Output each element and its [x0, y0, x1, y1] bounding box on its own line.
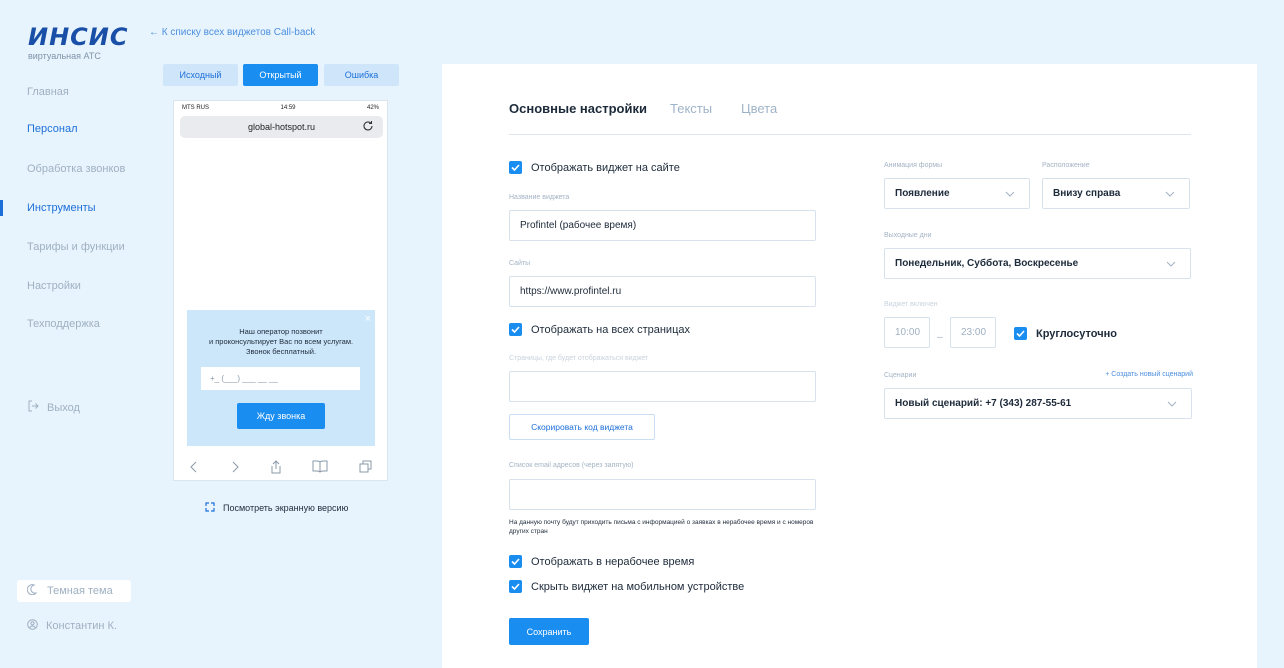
allday-checkbox[interactable]: Круглосуточно [1014, 327, 1117, 340]
sites-input[interactable]: https://www.profintel.ru [509, 276, 816, 307]
animation-select[interactable]: Появление [884, 178, 1030, 209]
check-icon [1014, 327, 1027, 340]
dark-theme-button[interactable]: Темная тема [17, 580, 131, 602]
position-value: Внизу справа [1053, 188, 1121, 199]
scenario-select[interactable]: Новый сценарий: +7 (343) 287-55-61 [884, 388, 1192, 419]
back-chevron-icon [189, 461, 199, 476]
emails-label: Список email адресов (через запятую) [509, 462, 634, 469]
expand-icon [205, 502, 215, 514]
phone-status-bar: MTS RUS 14:59 42% [174, 101, 387, 115]
enabled-label: Виджет включен [884, 301, 938, 308]
tab-colors[interactable]: Цвета [741, 101, 777, 116]
tabs-divider [509, 134, 1191, 135]
offhours-label: Отображать в нерабочее время [531, 555, 695, 568]
pages-input[interactable] [509, 371, 816, 402]
sidebar-item-support[interactable]: Техподдержка [27, 318, 100, 330]
close-icon[interactable]: × [365, 313, 371, 325]
widget-name-input[interactable]: Profintel (рабочее время) [509, 210, 816, 241]
check-icon [509, 323, 522, 336]
logo-wordmark: ИНСИС [28, 23, 129, 51]
state-error-button[interactable]: Ошибка [324, 64, 399, 86]
save-button[interactable]: Сохранить [509, 618, 589, 645]
time-to-input[interactable]: 23:00 [950, 317, 996, 348]
show-widget-checkbox[interactable]: Отображать виджет на сайте [509, 161, 680, 174]
sidebar-item-tariffs[interactable]: Тарифы и функции [27, 241, 125, 253]
hide-mobile-label: Скрыть виджет на мобильном устройстве [531, 580, 745, 593]
phone-url-text: global-hotspot.ru [247, 122, 316, 132]
chevron-down-icon [1005, 189, 1015, 200]
position-label: Расположение [1042, 162, 1090, 169]
nav-active-marker [0, 200, 3, 216]
animation-label: Анимация формы [884, 162, 943, 169]
time-from-input[interactable]: 10:00 [884, 317, 930, 348]
logo-subtitle: виртуальная АТС [28, 51, 101, 61]
sites-label: Сайты [509, 260, 531, 267]
animation-value: Появление [895, 188, 950, 199]
offhours-checkbox[interactable]: Отображать в нерабочее время [509, 555, 694, 568]
pages-label: Страницы, где будет отображаться виджет [509, 355, 649, 362]
scenario-value: Новый сценарий: +7 (343) 287-55-61 [895, 398, 1072, 409]
callback-popup: × Наш оператор позвонит и проконсультиру… [187, 310, 375, 446]
all-pages-checkbox[interactable]: Отображать на всех страницах [509, 323, 690, 336]
popup-text: Наш оператор позвонит и проконсультирует… [208, 327, 354, 356]
screen-version-link[interactable]: Посмотреть экранную версию [205, 502, 348, 514]
screen-version-label: Посмотреть экранную версию [223, 503, 349, 513]
weekend-select[interactable]: Понедельник, Суббота, Воскресенье [884, 248, 1191, 279]
back-to-widgets-link[interactable]: ← К списку всех виджетов Call-back [149, 27, 315, 38]
forward-chevron-icon [230, 461, 240, 476]
create-scenario-link[interactable]: + Создать новый сценарий [1105, 371, 1193, 378]
allday-label: Круглосуточно [1036, 327, 1117, 340]
phone-bottom-bar [174, 456, 387, 480]
check-icon [509, 161, 522, 174]
tab-main-settings[interactable]: Основные настройки [509, 101, 647, 116]
exit-icon [27, 400, 39, 415]
phone-carrier: MTS RUS [182, 105, 209, 111]
sidebar-item-call-processing[interactable]: Обработка звонков [27, 163, 125, 175]
phone-address-bar: global-hotspot.ru [180, 116, 383, 138]
reload-icon [362, 120, 374, 134]
chevron-down-icon [1167, 399, 1177, 410]
show-widget-label: Отображать виджет на сайте [531, 161, 680, 174]
exit-label: Выход [47, 401, 80, 414]
user-name: Константин К. [46, 620, 117, 632]
book-icon [312, 460, 328, 476]
sidebar-item-home[interactable]: Главная [27, 86, 69, 98]
share-icon [270, 459, 282, 477]
state-default-button[interactable]: Исходный [163, 64, 238, 86]
position-select[interactable]: Внизу справа [1042, 178, 1190, 209]
user-profile[interactable]: Константин К. [27, 619, 117, 633]
weekend-label: Выходные дни [884, 232, 932, 239]
user-icon [27, 619, 38, 633]
phone-battery: 42% [366, 105, 379, 111]
sidebar-item-tools[interactable]: Инструменты [27, 202, 96, 214]
scenarios-label: Сценарии [884, 372, 917, 379]
callback-button[interactable]: Жду звонка [237, 403, 325, 429]
popup-phone-input[interactable]: +_ (___) ___ __ __ [201, 367, 360, 390]
emails-input[interactable] [509, 479, 816, 510]
tabs-icon [359, 460, 372, 476]
tab-texts[interactable]: Тексты [670, 101, 712, 116]
phone-time: 14:59 [280, 105, 296, 111]
weekend-value: Понедельник, Суббота, Воскресенье [895, 258, 1079, 269]
dark-theme-label: Темная тема [47, 585, 113, 597]
emails-note: На данную почту будут приходить письма с… [509, 519, 814, 535]
check-icon [509, 580, 522, 593]
logo[interactable]: ИНСИС виртуальная АТС [28, 25, 128, 61]
time-dash: – [937, 332, 943, 343]
check-icon [509, 555, 522, 568]
chevron-down-icon [1165, 189, 1175, 200]
sidebar-item-staff[interactable]: Персонал [27, 123, 78, 135]
all-pages-label: Отображать на всех страницах [531, 323, 690, 336]
chevron-down-icon [1166, 259, 1176, 270]
exit-button[interactable]: Выход [27, 400, 80, 415]
hide-mobile-checkbox[interactable]: Скрыть виджет на мобильном устройстве [509, 580, 744, 593]
state-open-button[interactable]: Открытый [243, 64, 318, 86]
phone-preview: MTS RUS 14:59 42% global-hotspot.ru × На… [173, 100, 388, 481]
settings-panel: Основные настройки Тексты Цвета Отобража… [442, 64, 1257, 668]
moon-icon [26, 584, 38, 598]
copy-widget-code-button[interactable]: Скорировать код виджета [509, 414, 655, 440]
sidebar-item-settings[interactable]: Настройки [27, 280, 81, 292]
widget-name-label: Название виджета [509, 194, 570, 201]
